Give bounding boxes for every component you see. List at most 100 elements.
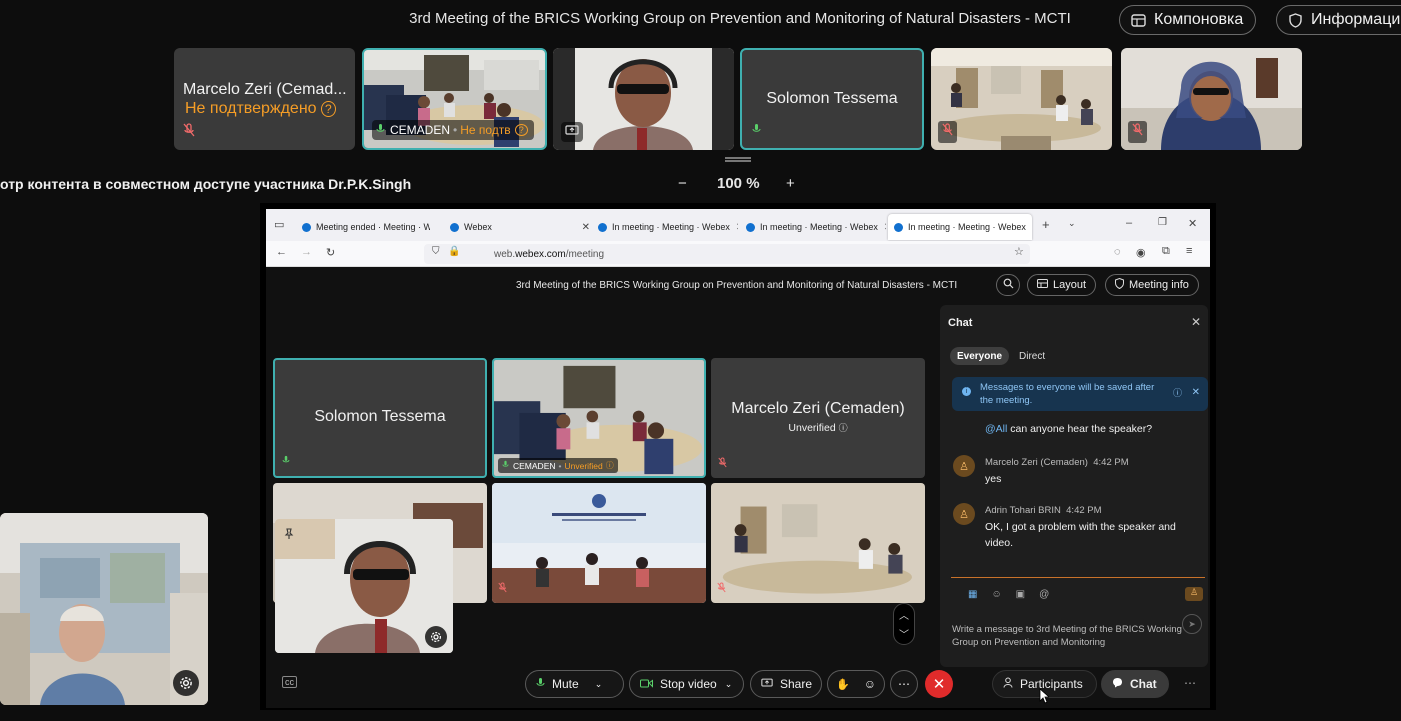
self-view-video[interactable] [0, 513, 208, 705]
account-icon[interactable]: ◉ [1136, 246, 1146, 259]
layout-button[interactable]: Layout [1027, 274, 1097, 296]
new-tab-icon[interactable]: + [1042, 217, 1050, 232]
participant-label-bar: CEMADEN • Unverified ⓘ [498, 458, 618, 473]
participant-tile-solomon[interactable]: Solomon Tessema [740, 48, 924, 150]
tab-everyone[interactable]: Everyone [950, 347, 1010, 365]
avatar: ♙ [953, 503, 975, 525]
input-divider [951, 577, 1205, 578]
layout-button[interactable]: Компоновка [1119, 5, 1257, 35]
chevron-up-icon[interactable]: ︿ [899, 607, 909, 622]
participant-tile-conference-room[interactable] [931, 48, 1112, 150]
chat-info-banner: i Messages to everyone will be saved aft… [952, 377, 1208, 411]
forward-icon[interactable]: → [301, 246, 312, 258]
mic-muted-icon [938, 121, 957, 143]
participant-tile-cemaden[interactable]: CEMADEN • Unverified ⓘ [492, 358, 706, 478]
participant-tile-marcelo[interactable]: Marcelo Zeri (Cemad... Не подтверждено ? [174, 48, 355, 150]
emoji-icon[interactable]: ☺ [991, 589, 1001, 600]
browser-tab[interactable]: In meeting · Meeting · Webex✕ [746, 214, 886, 240]
chevron-down-icon[interactable]: ⌄ [1068, 218, 1076, 229]
participant-name: Solomon Tessema [766, 90, 898, 107]
zoom-out-button[interactable]: − [678, 175, 687, 192]
screen-share-icon [761, 677, 773, 691]
participant-tile-solomon[interactable]: Solomon Tessema [273, 358, 487, 478]
gear-icon[interactable] [173, 670, 199, 696]
participant-tile-cemaden[interactable]: CEMADEN • Не подтв ? [362, 48, 547, 150]
mouse-cursor [1039, 688, 1051, 707]
unverified-status: Unverified ⓘ [788, 422, 848, 434]
raise-hand-icon[interactable]: ✋ [836, 678, 850, 691]
reload-icon[interactable]: ↻ [326, 246, 335, 259]
emoji-icon[interactable]: ☺ [864, 677, 876, 691]
mute-button[interactable]: Mute ⌄ [525, 670, 624, 698]
chat-message: OK, I got a problem with the speaker and… [985, 521, 1176, 549]
help-icon: ? [321, 101, 336, 117]
close-tab-icon[interactable]: ✕ [736, 222, 738, 233]
captions-icon[interactable]: cc [282, 676, 297, 688]
browser-tab[interactable]: In meeting · Meeting · Webex✕ [598, 214, 738, 240]
participant-tile-marcelo[interactable]: Marcelo Zeri (Cemaden) Unverified ⓘ [711, 358, 925, 478]
participant-tile-conference-room[interactable] [711, 483, 925, 603]
close-tab-icon[interactable]: ✕ [884, 222, 886, 233]
participant-tile-pk-singh[interactable] [553, 48, 734, 150]
participant-tile-institute[interactable] [492, 483, 706, 603]
chat-message-input[interactable]: Write a message to 3rd Meeting of the BR… [952, 623, 1182, 649]
back-icon[interactable]: ← [276, 246, 287, 258]
share-button[interactable]: Share [750, 670, 822, 698]
webex-favicon [302, 222, 311, 232]
inner-webex-meeting: 3rd Meeting of the BRICS Working Group o… [266, 267, 1210, 708]
search-button[interactable] [996, 274, 1020, 296]
chevron-down-icon[interactable]: ﹀ [899, 626, 909, 641]
menu-icon[interactable]: ≡ [1186, 245, 1192, 257]
leave-meeting-button[interactable]: ✕ [925, 670, 953, 698]
scroll-arrows[interactable]: ︿ ﹀ [893, 603, 915, 645]
floating-video-pk-singh[interactable] [275, 519, 453, 653]
screen-share-indicator [561, 122, 583, 142]
pocket-icon[interactable]: ◌ [1114, 246, 1121, 258]
close-banner-icon[interactable]: ✕ [1192, 386, 1200, 399]
close-tab-icon[interactable]: ✕ [582, 222, 590, 233]
close-chat-icon[interactable]: ✕ [1191, 315, 1201, 329]
chat-message-author: Adrin Tohari BRIN 4:42 PM [985, 505, 1102, 516]
meeting-info-button[interactable]: Информаци [1276, 5, 1401, 35]
format-icon[interactable]: ▦ [968, 589, 977, 600]
participant-name: Marcelo Zeri (Cemaden) [731, 400, 905, 417]
extensions-icon[interactable]: ⧉ [1162, 245, 1170, 258]
minimize-icon[interactable]: – [1126, 217, 1132, 229]
bookmark-star-icon[interactable]: ☆ [1014, 245, 1024, 258]
resize-handle[interactable] [725, 157, 751, 162]
lock-icon: 🔒 [448, 246, 461, 257]
browser-tab-active[interactable]: In meeting · Meeting · Webex✕ [888, 214, 1032, 240]
gear-icon[interactable] [425, 626, 447, 648]
webex-favicon [450, 222, 459, 232]
tab-overview-icon[interactable]: ▭ [274, 218, 284, 231]
browser-tab[interactable]: Meeting ended · Meeting · W [302, 214, 430, 240]
chat-message-author: Marcelo Zeri (Cemaden) 4:42 PM [985, 457, 1129, 468]
chevron-down-icon[interactable]: ⌄ [725, 679, 733, 690]
browser-tab[interactable]: Webex ✕ [450, 214, 590, 240]
attach-file-icon[interactable]: ▣ [1016, 589, 1025, 600]
mic-muted-icon [717, 580, 726, 598]
reactions-group[interactable]: ✋ ☺ [827, 670, 885, 698]
participant-tile-woman-hijab[interactable] [1121, 48, 1302, 150]
participant-name: Solomon Tessema [314, 408, 446, 425]
meeting-info-button[interactable]: Meeting info [1105, 274, 1199, 296]
window-close-icon[interactable]: ✕ [1188, 217, 1197, 230]
help-icon[interactable]: ⓘ [1173, 387, 1182, 400]
more-options-button[interactable]: ⋯ [890, 670, 918, 698]
shield-icon [1287, 12, 1303, 28]
stop-video-button[interactable]: Stop video ⌄ [629, 670, 744, 698]
pin-icon[interactable] [283, 527, 295, 545]
address-bar[interactable]: web. webex.com/meeting [424, 244, 1030, 264]
more-icon[interactable]: ⋯ [1184, 676, 1196, 690]
mention-icon[interactable]: @ [1039, 589, 1049, 600]
zoom-in-button[interactable]: + [786, 175, 795, 192]
chat-button[interactable]: Chat [1101, 670, 1169, 698]
webex-window: 3rd Meeting of the BRICS Working Group o… [0, 0, 1401, 721]
tab-direct[interactable]: Direct [1012, 347, 1052, 365]
browser-tab-bar: ▭ Meeting ended · Meeting · W Webex ✕ In … [266, 209, 1210, 241]
video-woman-hijab [1121, 48, 1302, 150]
send-icon[interactable]: ➤ [1182, 614, 1202, 634]
chevron-down-icon[interactable]: ⌄ [595, 679, 603, 690]
mic-on-icon [752, 122, 761, 140]
restore-icon[interactable]: ❐ [1158, 217, 1167, 228]
